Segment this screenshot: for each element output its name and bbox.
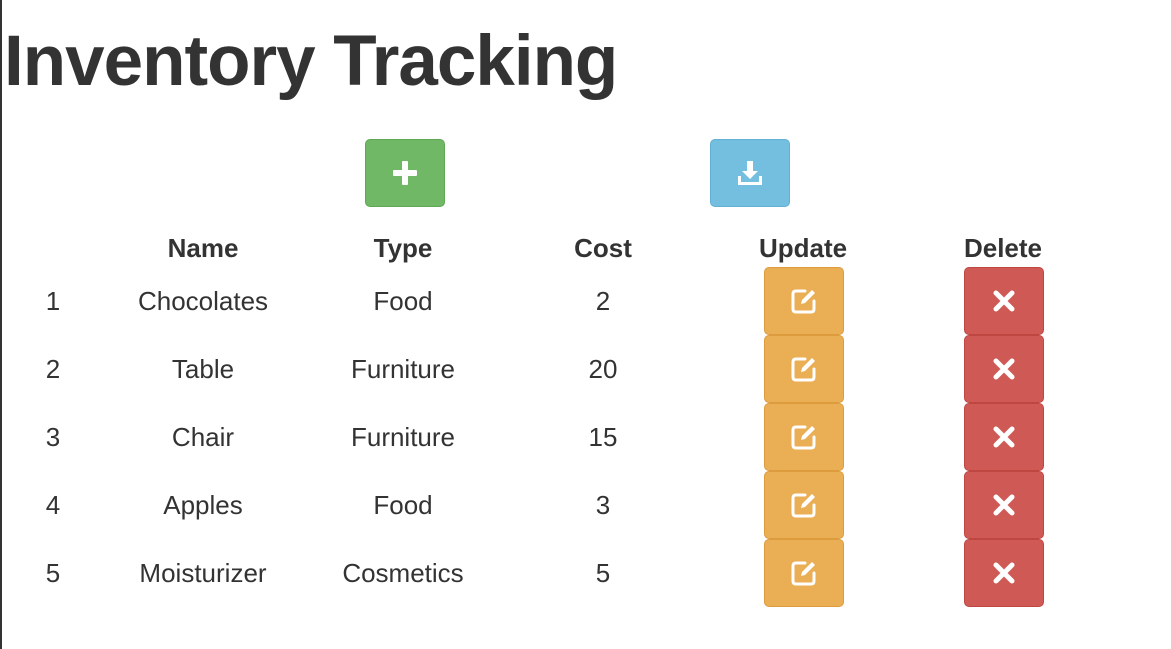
column-header-name: Name (167, 233, 239, 263)
row-index: 1 (45, 286, 61, 316)
update-button[interactable] (764, 471, 844, 539)
close-icon (992, 561, 1016, 585)
row-index: 5 (45, 558, 61, 588)
close-icon (992, 425, 1016, 449)
item-type-cell: Food (373, 286, 433, 316)
row-index: 3 (45, 422, 61, 452)
close-icon (992, 493, 1016, 517)
delete-button[interactable] (964, 539, 1044, 607)
item-type-cell: Cosmetics (342, 558, 464, 588)
column-header-type: Type (373, 233, 433, 263)
item-name-cell: Chocolates (137, 286, 269, 316)
download-icon (736, 159, 764, 187)
item-name-cell: Table (171, 354, 235, 384)
add-item-button[interactable] (365, 139, 445, 207)
item-cost-cell: 20 (588, 354, 618, 384)
download-button[interactable] (710, 139, 790, 207)
item-type-cell: Furniture (350, 422, 456, 452)
item-cost-cell: 3 (595, 490, 611, 520)
item-name-cell: Chair (171, 422, 235, 452)
edit-icon (790, 355, 818, 383)
update-button[interactable] (764, 539, 844, 607)
item-type-cell: Furniture (350, 354, 456, 384)
inventory-page: Inventory Tracking Name Type Cost Update… (0, 0, 1171, 649)
update-button[interactable] (764, 267, 844, 335)
delete-button[interactable] (964, 403, 1044, 471)
item-name-cell: Apples (163, 490, 243, 520)
delete-button[interactable] (964, 335, 1044, 403)
edit-icon (790, 559, 818, 587)
plus-icon (392, 160, 418, 186)
update-button[interactable] (764, 403, 844, 471)
delete-button[interactable] (964, 267, 1044, 335)
item-name-cell: Moisturizer (139, 558, 267, 588)
item-cost-cell: 2 (595, 286, 611, 316)
delete-button[interactable] (964, 471, 1044, 539)
close-icon (992, 289, 1016, 313)
update-button[interactable] (764, 335, 844, 403)
row-index: 2 (45, 354, 61, 384)
column-header-update: Update (758, 233, 848, 263)
edit-icon (790, 423, 818, 451)
edit-icon (790, 491, 818, 519)
item-cost-cell: 15 (588, 422, 618, 452)
row-index: 4 (45, 490, 61, 520)
close-icon (992, 357, 1016, 381)
item-cost-cell: 5 (595, 558, 611, 588)
page-title: Inventory Tracking (4, 22, 618, 101)
column-header-delete: Delete (963, 233, 1043, 263)
column-header-cost: Cost (574, 233, 632, 263)
edit-icon (790, 287, 818, 315)
item-type-cell: Food (373, 490, 433, 520)
